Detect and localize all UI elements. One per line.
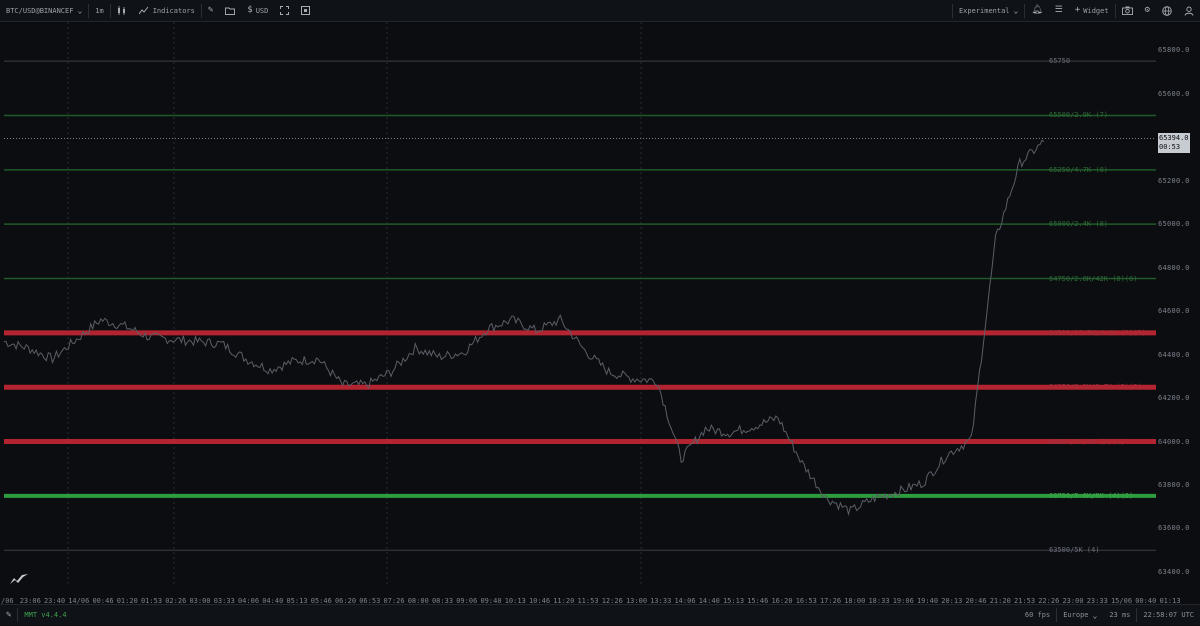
currency-label: USD	[255, 6, 269, 15]
time-axis[interactable]: /06 23:06 23:40 14/06 00:46 01:20 01:53 02:26 03…	[0, 585, 1200, 605]
chevron-down-icon: ⌄	[77, 6, 83, 15]
gear-icon: ⚙	[1144, 5, 1150, 15]
chevron-down-icon: ⌄	[1013, 6, 1019, 15]
current-price-badge: 65394.0 00:53	[1158, 132, 1190, 153]
price-tick-label: 64400.0	[1158, 350, 1190, 359]
clock-text: 22:58:07 UTC	[1143, 611, 1194, 619]
price-tick-label: 63800.0	[1158, 481, 1190, 489]
screenshot-button[interactable]	[1116, 0, 1139, 22]
orderbook-level-label: 65500/2.9K (7)	[1049, 111, 1109, 120]
chart-type-button[interactable]	[111, 0, 133, 22]
folder-icon	[225, 7, 236, 15]
top-toolbar: BTC/USD@BINANCEF ⌄ 1m Indicators ✎ $ USD	[0, 0, 1200, 22]
price-tick-label: 65200.0	[1158, 176, 1190, 185]
price-tick-label: 63400.0	[1158, 567, 1190, 576]
price-chart[interactable]	[4, 22, 1156, 585]
edit-button[interactable]: ✎	[0, 605, 17, 626]
price-tick-label: 65600.0	[1158, 89, 1190, 98]
price-tick-label: 64000.0	[1158, 437, 1190, 446]
fullscreen-icon	[280, 6, 290, 15]
pencil-icon: ✎	[207, 5, 214, 15]
price-tick-label: 65800.0	[1158, 46, 1190, 55]
price-series-line	[4, 139, 1045, 517]
chevron-down-icon: ⌄	[1092, 610, 1098, 620]
square-icon	[301, 6, 311, 15]
currency-button[interactable]: $ USD	[241, 0, 274, 22]
fps-text: 60 fps	[1024, 611, 1051, 619]
snapshot-button[interactable]	[295, 0, 316, 22]
orderbook-level-label: 64000/7K/9K (3)(1)	[1049, 437, 1125, 446]
plus-icon: +	[1074, 5, 1081, 15]
orderbook-level-label: 63750/5.6K/9K (4)(2)	[1049, 491, 1134, 500]
orderbook-level-label: 63500/5K (4)	[1049, 546, 1100, 555]
fps-counter: 60 fps	[1019, 605, 1056, 626]
bell-icon: 🔔︎	[1031, 5, 1043, 15]
price-axis[interactable]: 65800.065600.065400.065200.065000.064800…	[1156, 22, 1200, 585]
dollar-icon: $	[247, 5, 253, 15]
current-price-value: 65394.0	[1159, 133, 1189, 142]
status-bar: ✎ MMT v4.4.4 60 fps Europe ⌄ 23 ms 22:58…	[0, 604, 1200, 625]
price-tick-label: 63600.0	[1158, 524, 1190, 533]
widget-label: Widget	[1083, 6, 1109, 15]
chart-canvas[interactable]	[4, 22, 1156, 585]
price-tick-label: 64800.0	[1158, 263, 1190, 272]
latency-text: 23 ms	[1109, 611, 1131, 619]
list-button[interactable]: ☰	[1049, 0, 1069, 22]
preset-label: Experimental	[958, 6, 1010, 15]
language-button[interactable]	[1156, 0, 1178, 22]
candle-countdown: 00:53	[1159, 142, 1181, 151]
indicators-label: Indicators	[152, 6, 195, 15]
version-label[interactable]: MMT v4.4.4	[18, 605, 72, 626]
orderbook-level-label: 65750	[1049, 57, 1071, 66]
orderbook-level-label: 65000/2.4K (8)	[1049, 220, 1109, 229]
orderbook-level-label: 64250/8.1K/8.7K (2)(3)	[1049, 383, 1142, 392]
symbol-label: BTC/USD@BINANCEF	[6, 6, 74, 15]
version-text: MMT v4.4.4	[24, 611, 67, 619]
user-icon	[1184, 6, 1194, 16]
preset-selector[interactable]: Experimental ⌄	[953, 0, 1024, 22]
region-text: Europe	[1063, 611, 1089, 619]
candlestick-chart-icon	[117, 6, 125, 15]
pencil-icon: ✎	[6, 609, 12, 620]
draw-tool-button[interactable]: ✎	[202, 0, 219, 22]
app-logo	[10, 574, 28, 584]
orderbook-level-label: 64750/2.8K/42K (8)(6)	[1049, 274, 1138, 283]
price-tick-label: 64600.0	[1158, 307, 1190, 316]
latency-indicator: 23 ms	[1103, 605, 1136, 626]
timeframe-label: 1m	[95, 6, 104, 15]
globe-icon	[1162, 5, 1172, 16]
orderbook-level-label: 65250/4.7K (8)	[1049, 165, 1109, 174]
utc-clock: 22:58:07 UTC	[1137, 605, 1200, 626]
orderbook-level-label: 64500/12.3K/4.4K (1)(5)	[1049, 328, 1146, 337]
account-button[interactable]	[1178, 0, 1200, 22]
price-tick-label: 65000.0	[1158, 220, 1190, 229]
settings-button[interactable]: ⚙	[1139, 0, 1156, 22]
add-widget-button[interactable]: + Widget	[1069, 0, 1115, 22]
line-chart-icon	[138, 6, 149, 15]
list-icon: ☰	[1054, 5, 1063, 15]
region-selector[interactable]: Europe ⌄	[1057, 605, 1103, 626]
camera-icon	[1121, 6, 1133, 15]
indicators-button[interactable]: Indicators	[133, 0, 201, 22]
alerts-button[interactable]: 🔔︎	[1025, 0, 1048, 22]
timeframe-button[interactable]: 1m	[89, 0, 109, 22]
price-tick-label: 64200.0	[1158, 394, 1190, 403]
symbol-selector[interactable]: BTC/USD@BINANCEF ⌄	[0, 0, 88, 22]
layouts-button[interactable]	[219, 0, 241, 22]
fullscreen-button[interactable]	[274, 0, 295, 22]
